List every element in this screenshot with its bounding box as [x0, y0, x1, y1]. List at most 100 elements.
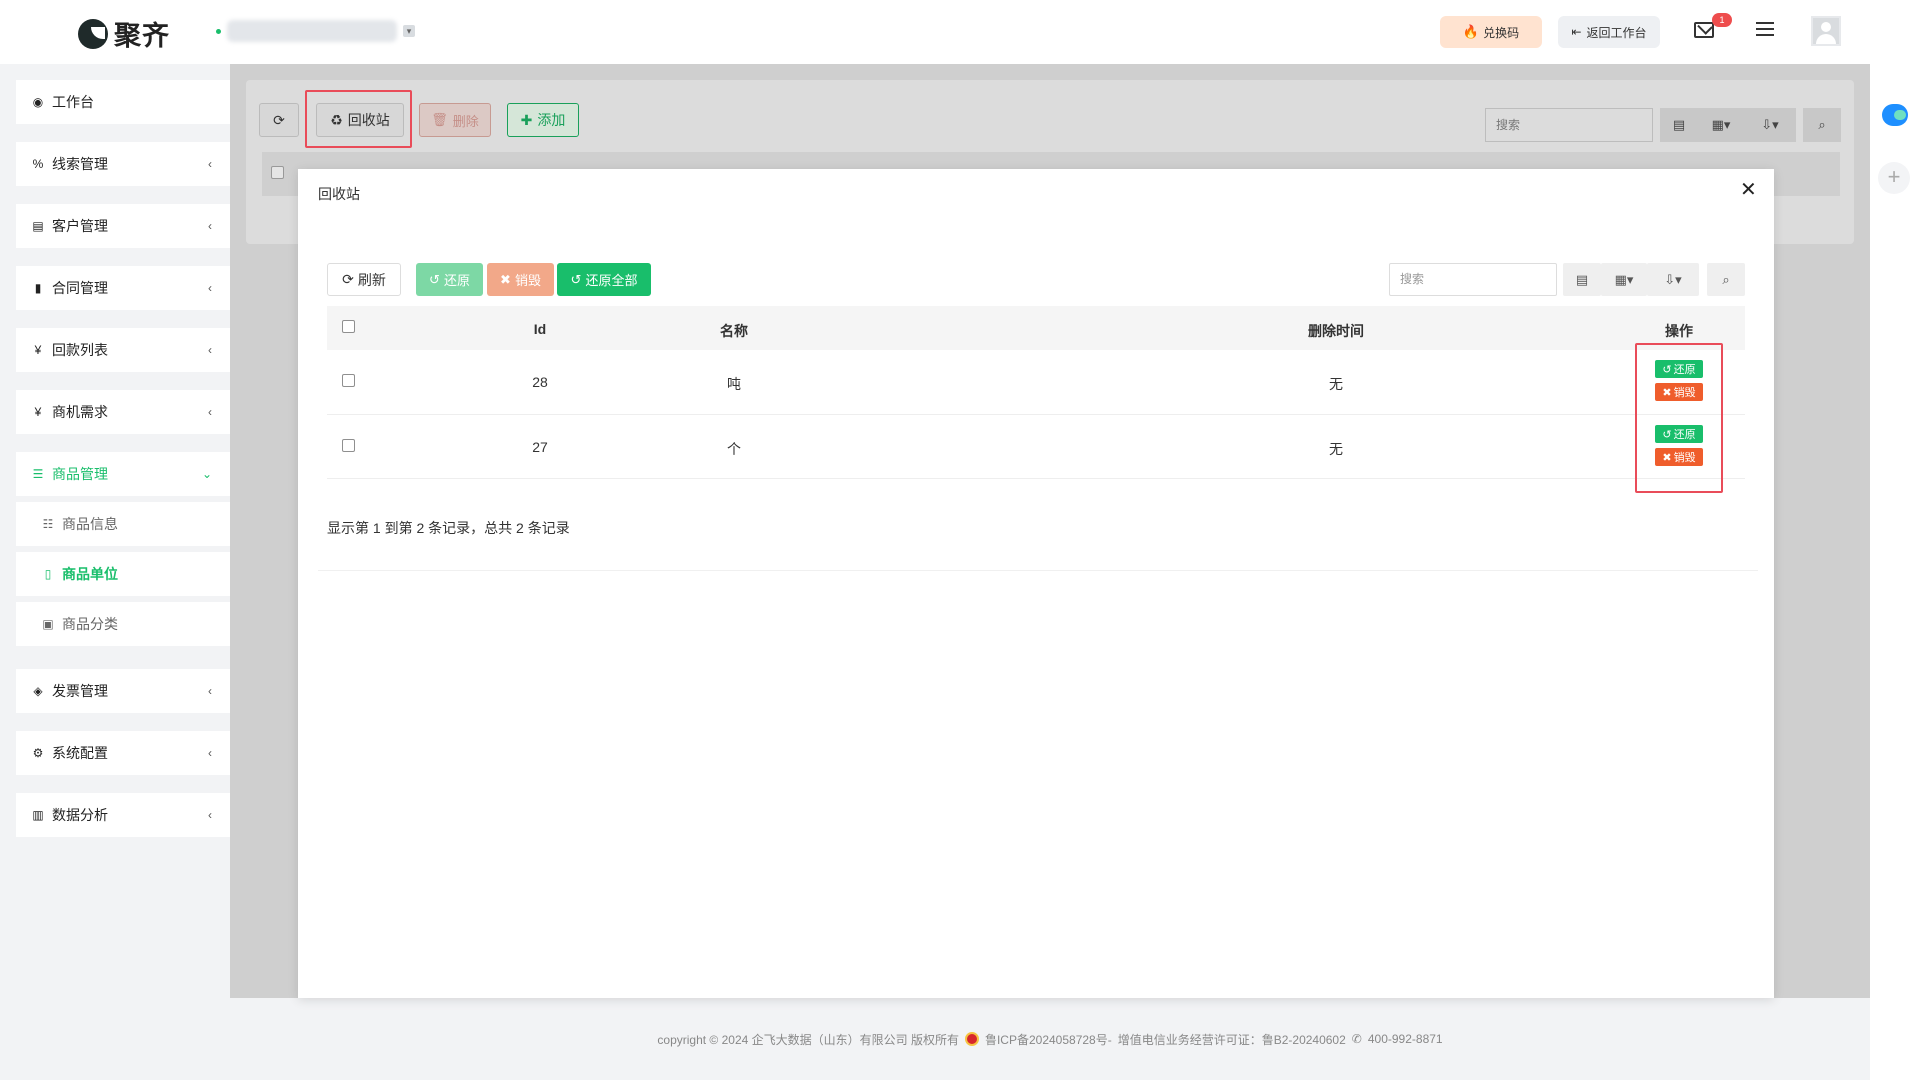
sidebar-item-analytics[interactable]: ▥ 数据分析 ‹ — [16, 793, 230, 837]
sidebar-subitem-product-category[interactable]: ▣ 商品分类 — [16, 602, 230, 646]
bookmark-icon: ▯ — [44, 567, 52, 581]
police-emblem-icon — [964, 1032, 979, 1046]
sidebar-item-label: 发票管理 — [52, 683, 108, 699]
org-switcher[interactable]: ▾ — [216, 20, 415, 42]
sidebar-item-payments[interactable]: ¥ 回款列表 ‹ — [16, 328, 230, 372]
link-icon: % — [32, 157, 44, 171]
sidebar-item-label: 系统配置 — [52, 745, 108, 761]
modal-search-icon[interactable]: ⌕ — [1707, 263, 1745, 296]
sidebar-subitem-product-info[interactable]: ☷ 商品信息 — [16, 502, 230, 546]
phone-icon: ✆ — [1351, 1032, 1362, 1046]
brand-logo[interactable]: 聚齐 — [78, 14, 170, 53]
brand-name: 聚齐 — [114, 21, 170, 51]
sidebar-item-products[interactable]: ☰ 商品管理 ⌄ — [16, 452, 230, 496]
sidebar-item-opportunities[interactable]: ¥ 商机需求 ‹ — [16, 390, 230, 434]
modal-restore-all-button[interactable]: ↺ 还原全部 — [557, 263, 651, 296]
icp-link[interactable]: 鲁ICP备2024058728号- — [985, 1031, 1112, 1048]
refresh-icon: ⟳ — [342, 271, 354, 287]
copyright-text: copyright © 2024 企飞大数据（山东）有限公司 版权所有 — [657, 1032, 959, 1047]
modal-destroy-button[interactable]: ✖ 销毁 — [487, 263, 554, 296]
hamburger-menu-icon[interactable] — [1756, 22, 1774, 38]
trash-icon: 🗑 — [431, 112, 448, 127]
refresh-icon: ⟳ — [273, 111, 285, 128]
chevron-left-icon: ‹ — [208, 684, 212, 698]
column-header-name[interactable]: 名称 — [720, 321, 748, 341]
redeem-code-button[interactable]: 🔥 兑换码 — [1440, 16, 1542, 48]
sidebar-item-contracts[interactable]: ▮ 合同管理 ‹ — [16, 266, 230, 310]
chevron-left-icon: ‹ — [208, 405, 212, 419]
sidebar-item-label: 客户管理 — [52, 218, 108, 234]
page-search-input[interactable]: 搜索 — [1485, 108, 1653, 142]
sidebar-item-leads[interactable]: % 线索管理 ‹ — [16, 142, 230, 186]
cell-id: 27 — [532, 439, 548, 455]
mail-badge: 1 — [1712, 13, 1732, 27]
page-refresh-button[interactable]: ⟳ — [259, 103, 299, 137]
close-icon[interactable]: ✕ — [1740, 180, 1757, 200]
select-all-checkbox[interactable] — [342, 320, 355, 333]
chevron-left-icon: ‹ — [208, 281, 212, 295]
yen-icon: ¥ — [34, 405, 42, 419]
page-delete-label: 删除 — [452, 113, 479, 129]
chevron-left-icon: ‹ — [208, 808, 212, 822]
footer: copyright © 2024 企飞大数据（山东）有限公司 版权所有 鲁ICP… — [230, 998, 1870, 1080]
modal-refresh-button[interactable]: ⟳ 刷新 — [327, 263, 401, 296]
page-add-button[interactable]: ✚ 添加 — [507, 103, 579, 137]
mail-icon[interactable] — [1694, 22, 1714, 38]
license-text: 增值电信业务经营许可证：鲁B2-20240602 — [1117, 1032, 1346, 1047]
sidebar-item-workbench[interactable]: ◉ 工作台 — [16, 80, 230, 124]
cell-deleted-time: 无 — [1329, 376, 1343, 392]
sidebar-subitem-product-unit[interactable]: ▯ 商品单位 — [16, 552, 230, 596]
cell-name: 个 — [727, 441, 741, 457]
sidebar-subitem-label: 商品单位 — [62, 566, 118, 582]
fire-icon: 🔥 — [1462, 24, 1480, 39]
row-checkbox[interactable] — [342, 374, 355, 387]
add-circle-icon[interactable]: + — [1878, 162, 1910, 194]
row-divider — [327, 414, 1745, 415]
back-to-workbench-button[interactable]: ⇤ 返回工作台 — [1558, 16, 1660, 48]
page-delete-button[interactable]: 🗑 删除 — [419, 103, 491, 137]
column-header-id[interactable]: Id — [534, 321, 546, 337]
cell-id: 28 — [532, 374, 548, 390]
row-divider — [327, 478, 1745, 479]
modal-toggle-view-icon[interactable]: ▤ — [1563, 263, 1601, 296]
column-header-deleted-time[interactable]: 删除时间 — [1308, 321, 1364, 341]
modal-destroy-label: 销毁 — [514, 273, 541, 288]
page-export-icon[interactable]: ⇩▾ — [1744, 108, 1796, 142]
page-columns-icon[interactable]: ▦▾ — [1698, 108, 1744, 142]
modal-title: 回收站 — [318, 186, 360, 202]
modal-restore-all-label: 还原全部 — [585, 273, 638, 288]
sidebar-item-customers[interactable]: ▤ 客户管理 ‹ — [16, 204, 230, 248]
modal-search-input[interactable]: 搜索 — [1389, 263, 1557, 296]
modal-export-icon[interactable]: ⇩▾ — [1647, 263, 1699, 296]
dashboard-icon: ◉ — [32, 95, 44, 109]
cell-deleted-time: 无 — [1329, 441, 1343, 457]
chat-icon[interactable] — [1882, 104, 1908, 126]
modal-columns-icon[interactable]: ▦▾ — [1601, 263, 1647, 296]
plus-icon: ✚ — [520, 111, 533, 128]
phone-text: 400-992-8871 — [1367, 1032, 1443, 1046]
user-avatar[interactable] — [1811, 16, 1841, 46]
chevron-down-icon: ⌄ — [201, 467, 212, 481]
sidebar-item-invoices[interactable]: ◈ 发票管理 ‹ — [16, 669, 230, 713]
modal-refresh-label: 刷新 — [357, 271, 386, 288]
page-search-icon[interactable]: ⌕ — [1803, 108, 1841, 142]
right-rail — [1870, 64, 1920, 1080]
pagination-info: 显示第 1 到第 2 条记录，总共 2 条记录 — [327, 520, 570, 536]
modal-divider — [318, 570, 1758, 571]
sidebar-item-label: 商机需求 — [52, 404, 108, 420]
sidebar-item-label: 回款列表 — [52, 342, 108, 358]
tag-icon: ◈ — [33, 684, 43, 698]
back-to-workbench-label: 返回工作台 — [1586, 25, 1647, 40]
redeem-code-label: 兑换码 — [1483, 25, 1520, 40]
page-toggle-view-icon[interactable]: ▤ — [1660, 108, 1698, 142]
status-dot — [216, 28, 221, 34]
list-indent-icon: ☷ — [42, 517, 54, 531]
sidebar-item-system-config[interactable]: ⚙ 系统配置 ‹ — [16, 731, 230, 775]
caret-down-icon: ▾ — [403, 25, 415, 37]
highlight-box-recycle — [305, 90, 412, 148]
sidebar-item-label: 数据分析 — [52, 807, 108, 823]
row-checkbox[interactable] — [342, 439, 355, 452]
modal-restore-label: 还原 — [443, 273, 470, 288]
modal-restore-button[interactable]: ↺ 还原 — [416, 263, 483, 296]
page-select-all-checkbox[interactable] — [271, 166, 284, 179]
